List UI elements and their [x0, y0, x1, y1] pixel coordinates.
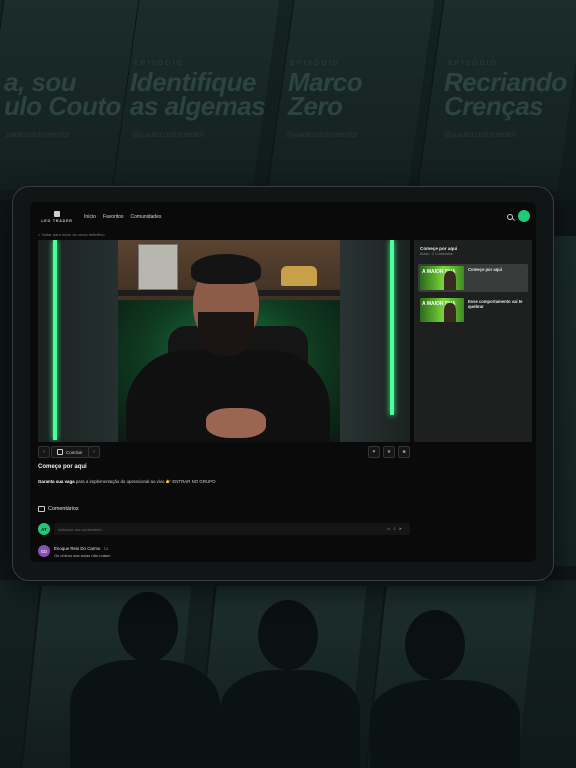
checkbox-icon	[57, 449, 63, 455]
thumbnail-person	[444, 271, 456, 290]
comment-item: ED Enoque Reis Do Carmo 1a Os vídeos das …	[38, 545, 410, 561]
player-controls: ‹ Concluir › ♥ ★ ■	[38, 446, 410, 458]
comments-header: Comentários	[38, 506, 79, 512]
tablet-device: LEO TRADER Início Favoritos Comunidades …	[13, 187, 553, 580]
comments-title: Comentários	[48, 506, 79, 512]
star-icon: ★	[386, 449, 392, 455]
bookmark-button[interactable]: ■	[398, 446, 410, 458]
episode-kicker: EPISÓDIO	[134, 60, 184, 67]
comment-composer: AT Adicione um comentário... ▭☺➤	[38, 522, 410, 536]
module-subtitle: Aulas · 2 Conteúdos	[420, 252, 453, 256]
favorite-button[interactable]: ♥	[368, 446, 380, 458]
presenter	[198, 312, 254, 356]
lesson-label: Esse comportamento vai te quebrar	[468, 299, 523, 309]
person-silhouette	[118, 592, 178, 662]
complete-lesson-button[interactable]: Concluir	[51, 446, 89, 458]
background-episodes-top: a, sou ulo Couto paulocoutomentor EPISÓDI…	[0, 0, 576, 200]
send-icon[interactable]: ➤	[399, 526, 404, 531]
episode-handle: paulocoutomentor	[6, 130, 71, 139]
comment-icon	[38, 506, 45, 512]
desc-text[interactable]: para a implementação do operacional ao v…	[75, 479, 216, 484]
background-strip	[554, 236, 576, 566]
lesson-description: Garanta sua vaga para a implementação do…	[38, 479, 216, 485]
complete-label: Concluir	[66, 449, 83, 455]
logo-text: LEO TRADER	[41, 219, 73, 223]
episode-handle: @paulocoutomentor	[132, 130, 205, 139]
thumbnail-person	[444, 303, 456, 322]
top-navbar: LEO TRADER Início Favoritos Comunidades	[30, 202, 536, 232]
episode-title: Marco Zero	[288, 67, 363, 121]
episode-title: a, sou ulo Couto	[4, 67, 121, 121]
rate-button[interactable]: ★	[383, 446, 395, 458]
user-avatar[interactable]	[518, 210, 530, 222]
search-icon[interactable]	[507, 214, 513, 220]
current-user-avatar: AT	[38, 523, 50, 535]
back-to-course-link[interactable]: < Voltar para início do curso definitivo	[38, 232, 105, 237]
app-screen: LEO TRADER Início Favoritos Comunidades …	[30, 202, 536, 562]
commenter-name-text: Enoque Reis Do Carmo	[54, 546, 101, 551]
video-player[interactable]	[38, 240, 410, 442]
chevron-left-icon: ‹	[43, 449, 45, 455]
heart-icon: ♥	[372, 449, 376, 455]
video-frame-content	[38, 240, 118, 442]
presenter	[206, 408, 266, 438]
desc-bold: Garanta sua vaga	[38, 479, 75, 484]
nav-item-inicio[interactable]: Início	[84, 214, 96, 220]
module-title: Começe por aqui	[420, 246, 458, 251]
chevron-right-icon: ›	[93, 449, 95, 455]
previous-lesson-button[interactable]: ‹	[38, 446, 50, 458]
episode-title: Recriando Crenças	[444, 67, 567, 121]
episode-kicker: EPISÓDIO	[448, 60, 498, 67]
video-frame-content	[281, 266, 317, 286]
brand-logo[interactable]: LEO TRADER	[40, 211, 74, 223]
person-silhouette	[370, 680, 520, 768]
background-episodes-bottom	[0, 580, 576, 768]
lesson-thumbnail: A MAIOR SUA	[420, 266, 464, 290]
next-lesson-button[interactable]: ›	[88, 446, 100, 458]
lesson-thumbnail: A MAIOR SUA	[420, 298, 464, 322]
video-frame-content	[390, 240, 394, 415]
episode-kicker: EPISÓDIO	[290, 60, 340, 67]
lesson-label: Começe por aqui	[468, 267, 502, 272]
logo-icon	[54, 211, 60, 217]
video-frame-content	[138, 244, 178, 290]
person-silhouette	[70, 660, 220, 768]
episode-handle: @paulocoutomentor	[444, 130, 517, 139]
lesson-item[interactable]: A MAIOR SUA Esse comportamento vai te qu…	[418, 296, 528, 324]
presenter	[191, 254, 261, 284]
commenter-avatar: ED	[38, 545, 50, 557]
episode-title: Identifique as algemas	[130, 67, 266, 121]
episode-handle: @paulocoutomentor	[286, 130, 359, 139]
person-silhouette	[258, 600, 318, 670]
person-silhouette	[220, 670, 360, 768]
comment-time: 1a	[103, 546, 109, 551]
lesson-item-active[interactable]: A MAIOR SUA Começe por aqui	[418, 264, 528, 292]
lesson-sidebar: Começe por aqui Aulas · 2 Conteúdos A MA…	[414, 240, 532, 442]
nav-item-comunidades[interactable]: Comunidades	[131, 214, 162, 220]
person-silhouette	[405, 610, 465, 680]
comment-input[interactable]: Adicione um comentário...	[54, 523, 410, 535]
video-frame-content	[53, 240, 57, 440]
commenter-name: Enoque Reis Do Carmo 1a	[54, 546, 108, 551]
lesson-title: Começe por aqui	[38, 464, 87, 470]
comment-tools: ▭☺➤	[387, 526, 404, 531]
nav-item-favoritos[interactable]: Favoritos	[103, 214, 124, 220]
comment-text: Os vídeos das aulas não rodam	[54, 553, 111, 558]
video-frame-content	[340, 240, 410, 442]
bookmark-icon: ■	[402, 449, 406, 455]
main-nav: Início Favoritos Comunidades	[84, 214, 161, 220]
